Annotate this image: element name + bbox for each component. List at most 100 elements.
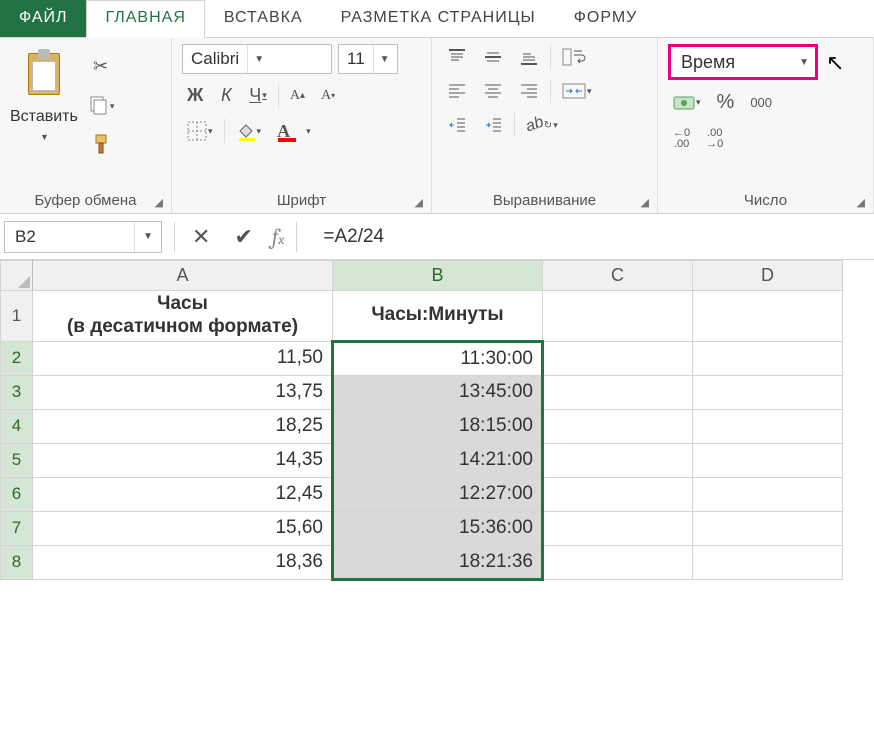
name-box[interactable]: B2 ▼ bbox=[4, 221, 162, 253]
cell-D5[interactable] bbox=[693, 443, 843, 477]
cell-C3[interactable] bbox=[543, 375, 693, 409]
col-header-D[interactable]: D bbox=[693, 261, 843, 291]
format-painter-button[interactable] bbox=[85, 130, 117, 158]
insert-function-button[interactable]: fx bbox=[272, 224, 285, 250]
enter-formula-button[interactable]: ✔ bbox=[229, 221, 257, 253]
cell-D2[interactable] bbox=[693, 341, 843, 375]
cell-B7[interactable]: 15:36:00 bbox=[333, 511, 543, 545]
ribbon: Вставить ▼ ✂ ▾ Буфер обмена ◢ bbox=[0, 38, 874, 214]
select-all-corner[interactable] bbox=[1, 261, 33, 291]
cell-D4[interactable] bbox=[693, 409, 843, 443]
cell-A7[interactable]: 15,60 bbox=[33, 511, 333, 545]
cell-B4[interactable]: 18:15:00 bbox=[333, 409, 543, 443]
increase-indent-button[interactable] bbox=[478, 112, 508, 138]
align-bottom-button[interactable] bbox=[514, 44, 544, 70]
cell-C2[interactable] bbox=[543, 341, 693, 375]
comma-style-button[interactable]: 000 bbox=[745, 91, 777, 115]
tab-formulas[interactable]: ФОРМУ bbox=[555, 0, 657, 37]
tab-page-layout[interactable]: РАЗМЕТКА СТРАНИЦЫ bbox=[322, 0, 555, 37]
row-header-6[interactable]: 6 bbox=[1, 477, 33, 511]
decrease-decimal-button[interactable]: .00→0 bbox=[701, 125, 728, 153]
align-center-button[interactable] bbox=[478, 78, 508, 104]
decrease-font-button[interactable]: A▾ bbox=[316, 84, 340, 108]
row-header-4[interactable]: 4 bbox=[1, 409, 33, 443]
row-header-2[interactable]: 2 bbox=[1, 341, 33, 375]
font-launcher[interactable]: ◢ bbox=[415, 196, 423, 209]
formula-input[interactable]: =A2/24 bbox=[309, 226, 870, 248]
alignment-launcher[interactable]: ◢ bbox=[641, 196, 649, 209]
merge-center-button[interactable]: ▾ bbox=[557, 78, 597, 104]
cell-C6[interactable] bbox=[543, 477, 693, 511]
cell-A6[interactable]: 12,45 bbox=[33, 477, 333, 511]
align-left-icon bbox=[447, 81, 467, 101]
cancel-formula-button[interactable]: ✕ bbox=[187, 221, 215, 253]
tab-file[interactable]: ФАЙЛ bbox=[0, 0, 86, 37]
align-right-icon bbox=[519, 81, 539, 101]
clipboard-icon bbox=[22, 47, 66, 101]
col-header-B[interactable]: B bbox=[333, 261, 543, 291]
cell-A1[interactable]: Часы (в десатичном формате) bbox=[33, 291, 333, 342]
increase-font-button[interactable]: A▴ bbox=[285, 84, 310, 108]
cell-B2[interactable]: 11:30:00 bbox=[333, 341, 543, 375]
cut-button[interactable]: ✂ bbox=[83, 50, 119, 82]
merge-icon bbox=[562, 81, 586, 101]
cell-B3[interactable]: 13:45:00 bbox=[333, 375, 543, 409]
borders-button[interactable]: ▾ bbox=[182, 118, 218, 144]
align-right-button[interactable] bbox=[514, 78, 544, 104]
clipboard-launcher[interactable]: ◢ bbox=[155, 196, 163, 209]
cell-A4[interactable]: 18,25 bbox=[33, 409, 333, 443]
cell-A2[interactable]: 11,50 bbox=[33, 341, 333, 375]
cell-A3[interactable]: 13,75 bbox=[33, 375, 333, 409]
accounting-format-button[interactable]: ▾ bbox=[668, 90, 706, 116]
cell-C7[interactable] bbox=[543, 511, 693, 545]
align-middle-button[interactable] bbox=[478, 44, 508, 70]
row-header-7[interactable]: 7 bbox=[1, 511, 33, 545]
orientation-button[interactable]: ab↻▾ bbox=[521, 113, 563, 137]
font-color-button[interactable]: A ▾ bbox=[272, 117, 316, 145]
paste-button[interactable] bbox=[19, 44, 69, 104]
cell-B6[interactable]: 12:27:00 bbox=[333, 477, 543, 511]
copy-button[interactable]: ▾ bbox=[82, 92, 120, 120]
cell-B1[interactable]: Часы:Минуты bbox=[333, 291, 543, 342]
paste-dropdown[interactable]: ▼ bbox=[28, 130, 60, 144]
tab-insert[interactable]: ВСТАВКА bbox=[205, 0, 322, 37]
number-launcher[interactable]: ◢ bbox=[857, 196, 865, 209]
row-header-1[interactable]: 1 bbox=[1, 291, 33, 342]
cell-D8[interactable] bbox=[693, 545, 843, 579]
bold-button[interactable]: Ж bbox=[182, 82, 208, 109]
cell-A5[interactable]: 14,35 bbox=[33, 443, 333, 477]
cell-B8[interactable]: 18:21:36 bbox=[333, 545, 543, 579]
col-header-A[interactable]: A bbox=[33, 261, 333, 291]
row-header-8[interactable]: 8 bbox=[1, 545, 33, 579]
cell-C4[interactable] bbox=[543, 409, 693, 443]
font-size-combo[interactable]: 11 ▼ bbox=[338, 44, 398, 74]
money-icon bbox=[673, 93, 695, 113]
col-header-C[interactable]: C bbox=[543, 261, 693, 291]
cell-B5[interactable]: 14:21:00 bbox=[333, 443, 543, 477]
number-format-combo[interactable]: Время ▼ bbox=[668, 44, 818, 80]
cell-A8[interactable]: 18,36 bbox=[33, 545, 333, 579]
group-alignment: ▾ ab↻▾ Выравнивание ◢ bbox=[432, 38, 658, 213]
italic-button[interactable]: К bbox=[214, 82, 238, 109]
cell-D7[interactable] bbox=[693, 511, 843, 545]
underline-button[interactable]: Ч▾ bbox=[244, 82, 272, 109]
worksheet-grid[interactable]: A B C D 1 Часы (в десатичном формате) Ча… bbox=[0, 260, 843, 581]
cell-C5[interactable] bbox=[543, 443, 693, 477]
fill-color-button[interactable]: ▾ bbox=[231, 118, 267, 144]
cell-D3[interactable] bbox=[693, 375, 843, 409]
align-left-button[interactable] bbox=[442, 78, 472, 104]
percent-button[interactable]: % bbox=[712, 88, 740, 117]
row-header-3[interactable]: 3 bbox=[1, 375, 33, 409]
row-header-5[interactable]: 5 bbox=[1, 443, 33, 477]
borders-icon bbox=[187, 121, 207, 141]
decrease-indent-button[interactable] bbox=[442, 112, 472, 138]
wrap-text-button[interactable] bbox=[557, 44, 591, 70]
font-name-combo[interactable]: Calibri ▼ bbox=[182, 44, 332, 74]
cell-C8[interactable] bbox=[543, 545, 693, 579]
tab-home[interactable]: ГЛАВНАЯ bbox=[86, 0, 204, 38]
align-top-button[interactable] bbox=[442, 44, 472, 70]
cell-D1[interactable] bbox=[693, 291, 843, 342]
cell-C1[interactable] bbox=[543, 291, 693, 342]
cell-D6[interactable] bbox=[693, 477, 843, 511]
increase-decimal-button[interactable]: ←0.00 bbox=[668, 125, 695, 153]
